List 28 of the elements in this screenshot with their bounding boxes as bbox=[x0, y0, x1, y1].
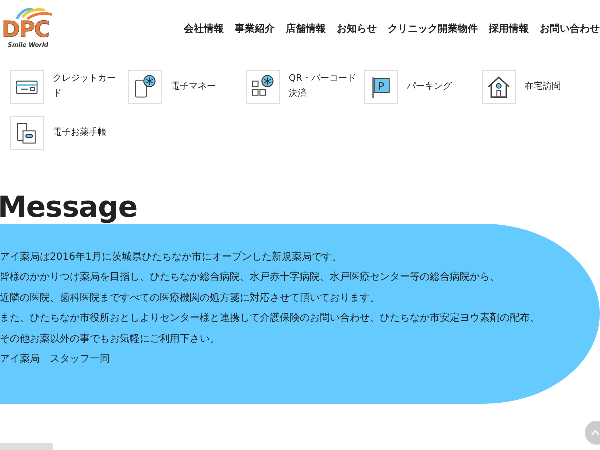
service-label: パーキング bbox=[407, 80, 453, 94]
message-text: アイ薬局は2016年1月に茨城県ひたちなか市にオープンした新規薬局です。 bbox=[0, 250, 343, 265]
logo-text: DPC bbox=[2, 20, 50, 42]
section-heading: Message bbox=[0, 190, 139, 224]
service-label: 電子お薬手帳 bbox=[53, 126, 108, 140]
house-icon bbox=[482, 70, 516, 104]
qr-code-icon bbox=[246, 70, 280, 104]
chevron-up-icon bbox=[591, 430, 600, 436]
service-label: QR・バーコード決済 bbox=[289, 73, 358, 101]
nav-link[interactable]: クリニック開業物件 bbox=[388, 22, 478, 36]
phone-card-icon bbox=[10, 116, 44, 150]
message-text: アイ薬局 スタッフ一同 bbox=[0, 352, 111, 368]
credit-card-icon bbox=[10, 70, 44, 104]
nav-link[interactable]: 採用情報 bbox=[489, 22, 529, 36]
nav-link[interactable]: 事業紹介 bbox=[235, 22, 275, 36]
message-text: 皆様のかかりつけ薬局を目指し、ひたちなか総合病院、水戸赤十字病院、水戸医療センター等の総合病院から、 bbox=[0, 270, 501, 286]
nav-link[interactable]: お問い合わせ bbox=[540, 22, 600, 36]
parking-sign-icon: P bbox=[364, 70, 398, 104]
service-label: 在宅訪問 bbox=[525, 80, 562, 94]
nav-link[interactable]: 店舗情報 bbox=[286, 22, 326, 36]
message-text: また、ひたちなか市役所おとしよりセンター様と連携して介護保険のお問い合わせ、ひたちなか市安定ヨウ素剤の配布、 bbox=[0, 312, 541, 326]
message-text: その他お薬以外の事でもお気軽にご利用下さい。 bbox=[0, 332, 221, 347]
message-text: 近隣の医院、歯科医院まですべての医療機関の処方箋に対応させて頂いております。 bbox=[0, 292, 381, 306]
nav-link[interactable]: お知らせ bbox=[337, 22, 377, 36]
service-label: 電子マネー bbox=[171, 80, 217, 94]
service-label: クレジットカード bbox=[53, 73, 117, 101]
nav-link[interactable]: 会社情報 bbox=[184, 22, 224, 36]
smartphone-icon bbox=[128, 70, 162, 104]
